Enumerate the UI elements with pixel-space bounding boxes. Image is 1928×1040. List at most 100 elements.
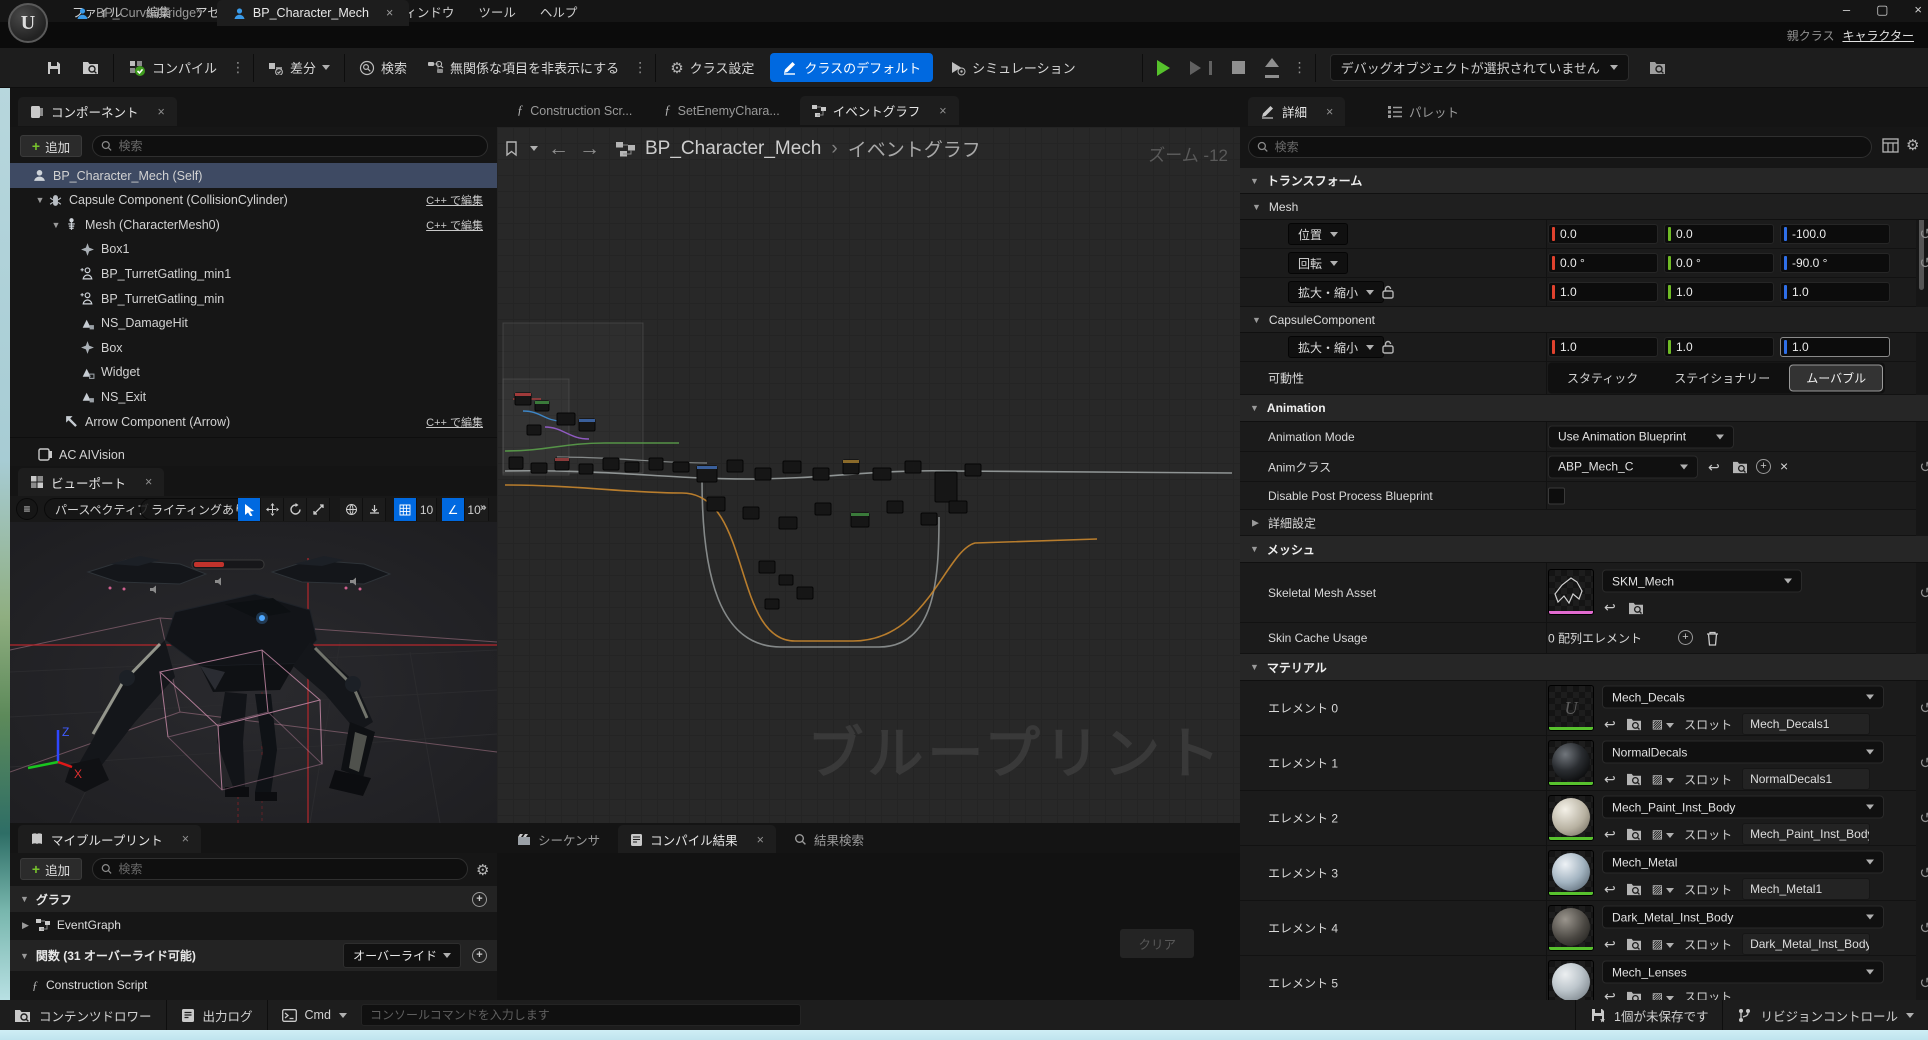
my-blueprint-search[interactable] <box>92 858 468 880</box>
select-tool-button[interactable] <box>238 498 261 521</box>
rotation-dropdown[interactable]: 回転 <box>1288 252 1348 274</box>
material-dropdown[interactable]: Dark_Metal_Inst_Body <box>1602 906 1884 929</box>
event-graph-item[interactable]: ▶ EventGraph <box>10 913 497 937</box>
slot-name-input[interactable]: Mech_Paint_Inst_Body <box>1742 823 1870 845</box>
revert-icon[interactable]: ↺ <box>1919 254 1928 272</box>
component-tree-item[interactable]: BP_Character_Mech (Self) <box>10 163 497 188</box>
graph-node[interactable] <box>759 561 775 573</box>
lock-icon[interactable] <box>1382 340 1394 354</box>
eject-button[interactable] <box>1255 58 1289 78</box>
close-icon[interactable]: × <box>1326 105 1333 119</box>
scale-x-input[interactable]: 1.0 <box>1548 282 1658 302</box>
slot-name-input[interactable]: NormalDecals1 <box>1742 768 1870 790</box>
component-tree-item[interactable]: ▼Mesh (CharacterMesh0)C++ で編集 <box>10 212 497 237</box>
graph-node[interactable] <box>579 464 593 474</box>
components-search[interactable] <box>92 135 488 157</box>
menu-item[interactable]: ヘルプ <box>528 2 590 21</box>
revert-icon[interactable]: ↺ <box>1919 458 1928 476</box>
graph-node[interactable] <box>887 501 903 513</box>
graph-node[interactable] <box>697 466 717 482</box>
revert-icon[interactable]: ↺ <box>1919 864 1928 882</box>
material-dropdown[interactable]: Mech_Metal <box>1602 851 1884 874</box>
graph-node[interactable] <box>557 413 575 425</box>
add-component-button[interactable]: +追加 <box>20 135 82 157</box>
output-log-button[interactable]: 出力ログ <box>167 1000 267 1030</box>
animation-mode-dropdown[interactable]: Use Animation Blueprint <box>1548 425 1734 448</box>
component-tree-item[interactable]: NS_DamageHit <box>10 311 497 336</box>
tab-my-blueprint[interactable]: マイブループリント× <box>18 825 201 853</box>
use-selected-asset-icon[interactable]: ↩ <box>1604 826 1616 843</box>
close-icon[interactable]: × <box>158 105 165 119</box>
graph-node[interactable] <box>905 461 921 473</box>
edit-cpp-link[interactable]: C++ で編集 <box>426 192 483 208</box>
capsule-scale-dropdown[interactable]: 拡大・縮小 <box>1288 336 1384 358</box>
component-tree-item[interactable]: Box1 <box>10 237 497 262</box>
capsule-scale-z-input[interactable]: 1.0 <box>1780 337 1890 357</box>
graph-node[interactable] <box>535 401 549 411</box>
viewport-menu-button[interactable]: ≡ <box>16 498 38 520</box>
move-tool-button[interactable] <box>261 498 284 521</box>
component-tree-item[interactable]: NS_Exit <box>10 384 497 409</box>
material-dropdown[interactable]: NormalDecals <box>1602 741 1884 764</box>
chevron-down-icon[interactable] <box>530 146 538 151</box>
folder-search-icon[interactable] <box>1626 937 1642 951</box>
skeletal-mesh-dropdown[interactable]: SKM_Mech <box>1602 570 1802 593</box>
menu-item[interactable]: ツール <box>466 2 528 21</box>
location-z-input[interactable]: -100.0 <box>1780 224 1890 244</box>
results-tab[interactable]: コンパイル結果× <box>618 825 776 854</box>
material-thumbnail[interactable]: U <box>1548 685 1594 731</box>
viewport-3d-scene[interactable]: Z X <box>10 522 497 823</box>
grid-snap-value[interactable]: 10 <box>417 498 437 521</box>
simulate-button[interactable]: シミュレーション <box>939 58 1085 77</box>
breadcrumb-leaf[interactable]: イベントグラフ <box>848 135 981 162</box>
my-blueprint-search-input[interactable] <box>118 862 459 876</box>
angle-snap-button[interactable]: ∠ <box>442 498 465 521</box>
browse-asset-button[interactable] <box>72 60 109 75</box>
results-tab[interactable]: 結果検索 <box>782 825 876 854</box>
material-thumbnail[interactable] <box>1548 850 1594 896</box>
debug-object-dropdown[interactable]: デバッグオブジェクトが選択されていません <box>1320 54 1639 81</box>
find-button[interactable]: 検索 <box>349 58 417 77</box>
class-settings-button[interactable]: ⚙ クラス設定 <box>660 58 764 77</box>
folder-search-icon[interactable] <box>1628 601 1644 615</box>
subsection-mesh[interactable]: ▼Mesh <box>1240 194 1928 220</box>
graph-node[interactable] <box>625 462 639 472</box>
checker-icon[interactable]: ▨ <box>1652 717 1674 731</box>
override-dropdown[interactable]: オーバーライド <box>343 943 461 968</box>
graph-node[interactable] <box>755 468 771 480</box>
details-search-input[interactable] <box>1275 140 1863 154</box>
edit-cpp-link[interactable]: C++ で編集 <box>426 217 483 233</box>
graph-tab[interactable]: ƒConstruction Scr... <box>505 96 644 125</box>
revert-icon[interactable]: ↺ <box>1919 754 1928 772</box>
minimize-button[interactable]: – <box>1843 2 1850 18</box>
folder-search-icon[interactable] <box>1626 882 1642 896</box>
location-x-input[interactable]: 0.0 <box>1548 224 1658 244</box>
add-array-element-icon[interactable]: + <box>1678 630 1693 645</box>
debug-browse-button[interactable] <box>1639 60 1676 75</box>
tab-viewport[interactable]: ビューポート× <box>18 468 164 496</box>
use-selected-asset-icon[interactable]: ↩ <box>1604 988 1616 1000</box>
capsule-scale-x-input[interactable]: 1.0 <box>1548 337 1658 357</box>
gear-icon[interactable]: ⚙ <box>476 861 489 879</box>
revert-icon[interactable]: ↺ <box>1919 699 1928 717</box>
checker-icon[interactable]: ▨ <box>1652 990 1674 1001</box>
close-button[interactable]: × <box>1914 2 1922 18</box>
revert-icon[interactable]: ↺ <box>1919 974 1928 992</box>
parent-class-link[interactable]: キャラクター <box>1842 29 1914 43</box>
play-options-kebab[interactable]: ⋮ <box>1289 59 1311 76</box>
component-tree-item[interactable]: Arrow Component (Arrow)C++ で編集 <box>10 409 497 434</box>
breadcrumb-root[interactable]: BP_Character_Mech <box>645 138 821 160</box>
rotation-y-input[interactable]: 0.0 ° <box>1664 253 1774 273</box>
revert-icon[interactable]: ↺ <box>1919 584 1928 602</box>
material-thumbnail[interactable] <box>1548 740 1594 786</box>
expander-icon[interactable]: ▼ <box>34 195 46 205</box>
subsection-capsule[interactable]: ▼CapsuleComponent <box>1240 307 1928 333</box>
folder-search-icon[interactable] <box>1626 772 1642 786</box>
details-search[interactable] <box>1248 136 1872 158</box>
unsaved-status[interactable]: 1個が未保存です <box>1576 1000 1722 1030</box>
scale-dropdown[interactable]: 拡大・縮小 <box>1288 281 1384 303</box>
hide-unrelated-kebab[interactable]: ⋮ <box>629 59 651 76</box>
section-transform[interactable]: ▼トランスフォーム <box>1240 168 1928 194</box>
graph-node[interactable] <box>743 507 759 519</box>
scale-tool-button[interactable] <box>307 498 330 521</box>
